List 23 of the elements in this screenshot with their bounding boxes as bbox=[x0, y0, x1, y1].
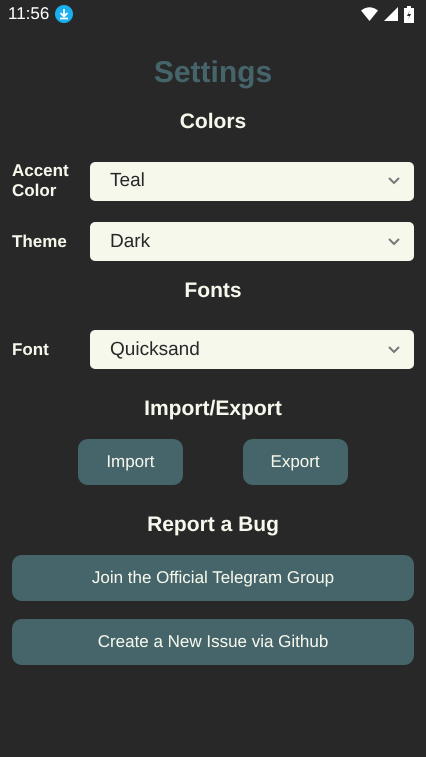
chevron-down-icon bbox=[388, 177, 400, 185]
download-icon bbox=[55, 5, 74, 23]
section-heading: Colors bbox=[178, 109, 248, 135]
wifi-icon bbox=[361, 7, 378, 21]
chevron-down-icon bbox=[388, 238, 400, 246]
action-button[interactable]: Create a New Issue via Github bbox=[12, 619, 414, 665]
section-heading: Import/Export bbox=[143, 396, 283, 422]
action-button[interactable]: Import bbox=[78, 439, 183, 485]
field-label: Accent Color bbox=[12, 161, 70, 201]
page-title: Settings bbox=[152, 55, 274, 91]
action-button[interactable]: Export bbox=[242, 439, 348, 485]
dropdown[interactable]: Dark bbox=[90, 222, 414, 261]
dropdown[interactable]: Quicksand bbox=[90, 330, 414, 369]
section-heading: Report a Bug bbox=[146, 512, 280, 538]
dropdown[interactable]: Teal bbox=[90, 162, 414, 200]
chevron-down-icon bbox=[388, 346, 400, 354]
section-heading: Fonts bbox=[183, 278, 243, 304]
field-label: Theme bbox=[12, 232, 68, 252]
status-time: 11:56 bbox=[8, 4, 50, 24]
action-button[interactable]: Join the Official Telegram Group bbox=[12, 555, 414, 601]
field-label: Font bbox=[12, 340, 50, 360]
signal-icon bbox=[384, 7, 398, 21]
battery-charging-icon bbox=[404, 6, 414, 22]
